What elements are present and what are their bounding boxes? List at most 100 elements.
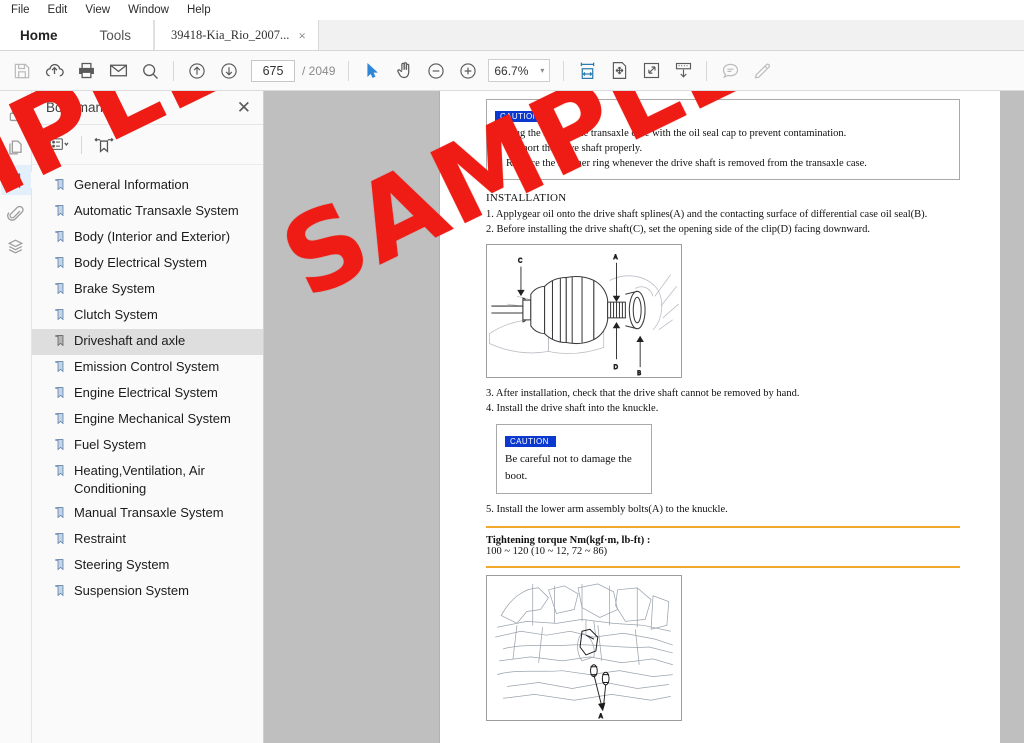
caution-box-top: CAUTION Plug the hole of the transaxle c… bbox=[486, 99, 960, 180]
bookmark-item-label: Engine Mechanical System bbox=[74, 410, 231, 428]
tab-document[interactable]: 39418-Kia_Rio_2007... × bbox=[154, 20, 319, 50]
comment-bubble-icon[interactable] bbox=[714, 55, 746, 87]
caution-bullet: Replace the retainer ring whenever the d… bbox=[495, 156, 951, 171]
print-icon[interactable] bbox=[70, 55, 102, 87]
highlighter-pen-icon[interactable] bbox=[746, 55, 778, 87]
toolbar-separator-2 bbox=[348, 61, 349, 81]
tab-home[interactable]: Home bbox=[0, 20, 78, 50]
bookmark-item[interactable]: Brake System bbox=[32, 277, 263, 303]
installation-step-1: 1. Applygear oil onto the drive shaft sp… bbox=[486, 207, 960, 222]
page-number-input[interactable]: 675 bbox=[251, 60, 295, 82]
document-viewport[interactable]: CAUTION Plug the hole of the transaxle c… bbox=[264, 91, 1024, 743]
save-icon[interactable] bbox=[6, 55, 38, 87]
bookmark-item-label: Restraint bbox=[74, 530, 126, 548]
close-icon[interactable]: × bbox=[296, 29, 307, 42]
tab-tools[interactable]: Tools bbox=[78, 20, 155, 50]
attachments-paperclip-icon[interactable] bbox=[1, 198, 31, 228]
bookmark-item[interactable]: Suspension System bbox=[32, 579, 263, 605]
zoom-in-icon[interactable] bbox=[452, 55, 484, 87]
page-thumbnails-icon[interactable] bbox=[1, 132, 31, 162]
bookmark-item[interactable]: Heating,Ventilation, Air Conditioning bbox=[32, 459, 263, 501]
bookmark-icon bbox=[54, 256, 67, 274]
bookmark-item[interactable]: Fuel System bbox=[32, 433, 263, 459]
security-lock-icon[interactable] bbox=[1, 99, 31, 129]
upload-cloud-icon[interactable] bbox=[38, 55, 70, 87]
bookmark-options-icon[interactable] bbox=[44, 132, 74, 158]
tightening-torque-title: Tightening torque Nm(kgf·m, lb-ft) : bbox=[486, 535, 960, 546]
pdf-reader-window: File Edit View Window Help Home Tools 39… bbox=[0, 0, 1024, 743]
bookmarks-icon[interactable] bbox=[1, 165, 31, 195]
bookmark-item[interactable]: Driveshaft and axle bbox=[32, 329, 263, 355]
bookmark-item-label: Suspension System bbox=[74, 582, 189, 600]
email-icon[interactable] bbox=[102, 55, 134, 87]
bookmark-item[interactable]: Steering System bbox=[32, 553, 263, 579]
bookmark-item-label: Clutch System bbox=[74, 306, 158, 324]
zoom-to-selection-icon[interactable] bbox=[635, 55, 667, 87]
svg-text:A: A bbox=[599, 714, 603, 720]
bookmark-item[interactable]: Clutch System bbox=[32, 303, 263, 329]
navigation-rail bbox=[0, 91, 32, 743]
torque-rule-bottom bbox=[486, 566, 960, 568]
bookmark-item[interactable]: Emission Control System bbox=[32, 355, 263, 381]
previous-page-icon[interactable] bbox=[181, 55, 213, 87]
next-page-icon[interactable] bbox=[213, 55, 245, 87]
toolbar-separator-1 bbox=[173, 61, 174, 81]
tab-document-label: 39418-Kia_Rio_2007... bbox=[171, 28, 289, 43]
bookmark-item-label: Brake System bbox=[74, 280, 155, 298]
select-cursor-icon[interactable] bbox=[356, 55, 388, 87]
bookmark-item-label: Driveshaft and axle bbox=[74, 332, 185, 350]
bookmark-item[interactable]: Engine Mechanical System bbox=[32, 407, 263, 433]
search-icon[interactable] bbox=[134, 55, 166, 87]
section-heading-installation: INSTALLATION bbox=[486, 192, 960, 204]
close-icon[interactable]: ✕ bbox=[237, 99, 251, 116]
menu-view[interactable]: View bbox=[76, 1, 119, 20]
bookmark-icon bbox=[54, 386, 67, 404]
bookmarks-panel-toolbar bbox=[32, 125, 263, 165]
bookmark-icon bbox=[54, 584, 67, 602]
bookmark-item-label: Emission Control System bbox=[74, 358, 219, 376]
bookmark-item-label: General Information bbox=[74, 176, 189, 194]
bookmark-item-label: Steering System bbox=[74, 556, 169, 574]
bookmark-item-label: Body Electrical System bbox=[74, 254, 207, 272]
bookmark-icon bbox=[54, 438, 67, 456]
bookmark-item[interactable]: Restraint bbox=[32, 527, 263, 553]
bookmark-item[interactable]: Manual Transaxle System bbox=[32, 501, 263, 527]
bookmark-item[interactable]: Engine Electrical System bbox=[32, 381, 263, 407]
expand-current-bookmark-icon[interactable] bbox=[89, 132, 119, 158]
caution-label: CAUTION bbox=[495, 111, 546, 122]
bookmark-icon bbox=[54, 558, 67, 576]
pdf-page: CAUTION Plug the hole of the transaxle c… bbox=[440, 91, 1000, 743]
bookmarks-list: General Information Automatic Transaxle S… bbox=[32, 165, 263, 605]
scroll-mode-icon[interactable] bbox=[667, 55, 699, 87]
fit-width-icon[interactable] bbox=[571, 55, 603, 87]
menu-help[interactable]: Help bbox=[178, 1, 220, 20]
installation-step-3: 3. After installation, check that the dr… bbox=[486, 386, 960, 401]
bookmark-item[interactable]: Body (Interior and Exterior) bbox=[32, 225, 263, 251]
bookmark-item[interactable]: General Information bbox=[32, 173, 263, 199]
menu-edit[interactable]: Edit bbox=[39, 1, 77, 20]
zoom-level-dropdown[interactable]: 66.7% ▾ bbox=[488, 59, 550, 82]
chevron-down-icon: ▾ bbox=[540, 66, 544, 75]
bookmark-item-label: Heating,Ventilation, Air Conditioning bbox=[74, 462, 253, 498]
bookmark-icon bbox=[54, 334, 67, 352]
bookmark-item-label: Fuel System bbox=[74, 436, 146, 454]
bookmark-item[interactable]: Automatic Transaxle System bbox=[32, 199, 263, 225]
menu-window[interactable]: Window bbox=[119, 1, 178, 20]
main-toolbar: 675 / 2049 66.7% bbox=[0, 51, 1024, 91]
bookmark-icon bbox=[54, 308, 67, 326]
menu-file[interactable]: File bbox=[2, 1, 39, 20]
zoom-out-icon[interactable] bbox=[420, 55, 452, 87]
toolbar-separator-3 bbox=[563, 61, 564, 81]
caution-box-bottom: CAUTION Be careful not to damage the boo… bbox=[496, 424, 652, 494]
installation-step-2: 2. Before installing the drive shaft(C),… bbox=[486, 222, 960, 237]
layers-icon[interactable] bbox=[1, 231, 31, 261]
bookmark-item[interactable]: Body Electrical System bbox=[32, 251, 263, 277]
panel-toolbar-separator bbox=[81, 136, 82, 154]
tab-strip: Home Tools 39418-Kia_Rio_2007... × bbox=[0, 21, 1024, 51]
hand-tool-icon[interactable] bbox=[388, 55, 420, 87]
bookmark-icon bbox=[54, 360, 67, 378]
figure-lower-arm-diagram: A bbox=[486, 575, 682, 721]
fit-page-icon[interactable] bbox=[603, 55, 635, 87]
bookmarks-panel-title: Bookmarks bbox=[46, 100, 114, 115]
menu-bar: File Edit View Window Help bbox=[0, 0, 1024, 21]
